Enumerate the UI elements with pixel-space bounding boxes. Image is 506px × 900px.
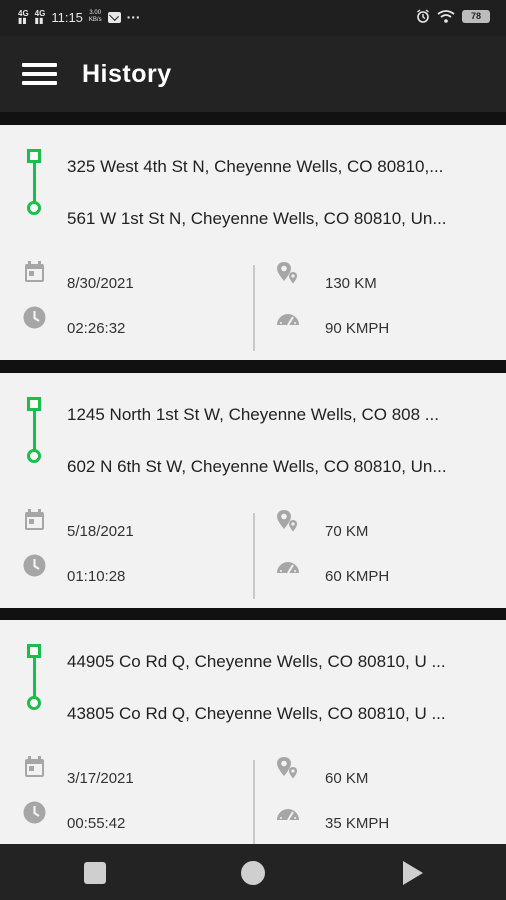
clock-icon: [23, 554, 46, 577]
calendar-icon: [25, 261, 44, 282]
mobile-signal-2-icon: 4G ▮▮: [34, 9, 46, 25]
trip-card[interactable]: 325 West 4th St N, Cheyenne Wells, CO 80…: [0, 125, 506, 360]
trip-card[interactable]: 44905 Co Rd Q, Cheyenne Wells, CO 80810,…: [0, 620, 506, 844]
calendar-icon: [25, 509, 44, 530]
trip-start-address: 44905 Co Rd Q, Cheyenne Wells, CO 80810,…: [67, 652, 446, 671]
route-start-marker-icon: [27, 644, 41, 658]
calendar-icon: [25, 756, 44, 777]
speedometer-icon: [277, 314, 299, 326]
trip-end-address: 602 N 6th St W, Cheyenne Wells, CO 80810…: [67, 457, 447, 476]
wifi-icon: [437, 9, 455, 23]
nav-home-icon[interactable]: [241, 861, 265, 885]
trip-date: 5/18/2021: [67, 523, 134, 540]
trip-date: 8/30/2021: [67, 275, 134, 292]
trip-duration: 01:10:28: [67, 568, 126, 585]
route-start-marker-icon: [27, 397, 41, 411]
route-start-marker-icon: [27, 149, 41, 163]
route-end-marker-icon: [27, 696, 41, 710]
clock-icon: [23, 801, 46, 824]
nav-recents-icon[interactable]: [84, 862, 106, 884]
trip-start-address: 325 West 4th St N, Cheyenne Wells, CO 80…: [67, 157, 444, 176]
stats-divider: [253, 760, 255, 844]
trip-date: 3/17/2021: [67, 770, 134, 787]
status-time: 11:15: [51, 9, 83, 25]
stats-divider: [253, 265, 255, 351]
trip-duration: 00:55:42: [67, 815, 126, 832]
trip-speed: 35 KMPH: [325, 815, 390, 832]
hamburger-menu-icon[interactable]: [22, 63, 57, 87]
route-end-marker-icon: [27, 201, 41, 215]
stats-divider: [253, 513, 255, 599]
nav-back-icon[interactable]: [403, 861, 423, 885]
battery-icon: 78: [462, 9, 490, 23]
app-bar: History: [0, 36, 506, 112]
trip-distance: 70 KM: [325, 523, 369, 540]
route-pins-icon: [277, 262, 297, 284]
page-title: History: [82, 60, 172, 88]
system-nav-bar: [0, 844, 506, 900]
trip-distance: 130 KM: [325, 275, 377, 292]
status-bar: 4G ▮▮ 4G ▮▮ 11:15 3.00 KB/s ··· 78: [0, 0, 506, 36]
route-pins-icon: [277, 510, 297, 532]
trip-speed: 90 KMPH: [325, 320, 390, 337]
trip-end-address: 561 W 1st St N, Cheyenne Wells, CO 80810…: [67, 209, 447, 228]
route-end-marker-icon: [27, 449, 41, 463]
network-speed: 3.00 KB/s: [88, 10, 102, 23]
trip-start-address: 1245 North 1st St W, Cheyenne Wells, CO …: [67, 405, 439, 424]
trip-end-address: 43805 Co Rd Q, Cheyenne Wells, CO 80810,…: [67, 704, 446, 723]
route-pins-icon: [277, 757, 297, 779]
alarm-icon: [417, 9, 429, 23]
trip-history-list[interactable]: 325 West 4th St N, Cheyenne Wells, CO 80…: [0, 112, 506, 844]
more-notifications-icon: ···: [126, 9, 141, 25]
mail-icon: [107, 11, 121, 23]
trip-speed: 60 KMPH: [325, 568, 390, 585]
trip-card[interactable]: 1245 North 1st St W, Cheyenne Wells, CO …: [0, 373, 506, 608]
speedometer-icon: [277, 562, 299, 574]
clock-icon: [23, 306, 46, 329]
trip-duration: 02:26:32: [67, 320, 126, 337]
trip-distance: 60 KM: [325, 770, 369, 787]
mobile-signal-1-icon: 4G ▮▮: [18, 9, 29, 25]
speedometer-icon: [277, 809, 299, 821]
